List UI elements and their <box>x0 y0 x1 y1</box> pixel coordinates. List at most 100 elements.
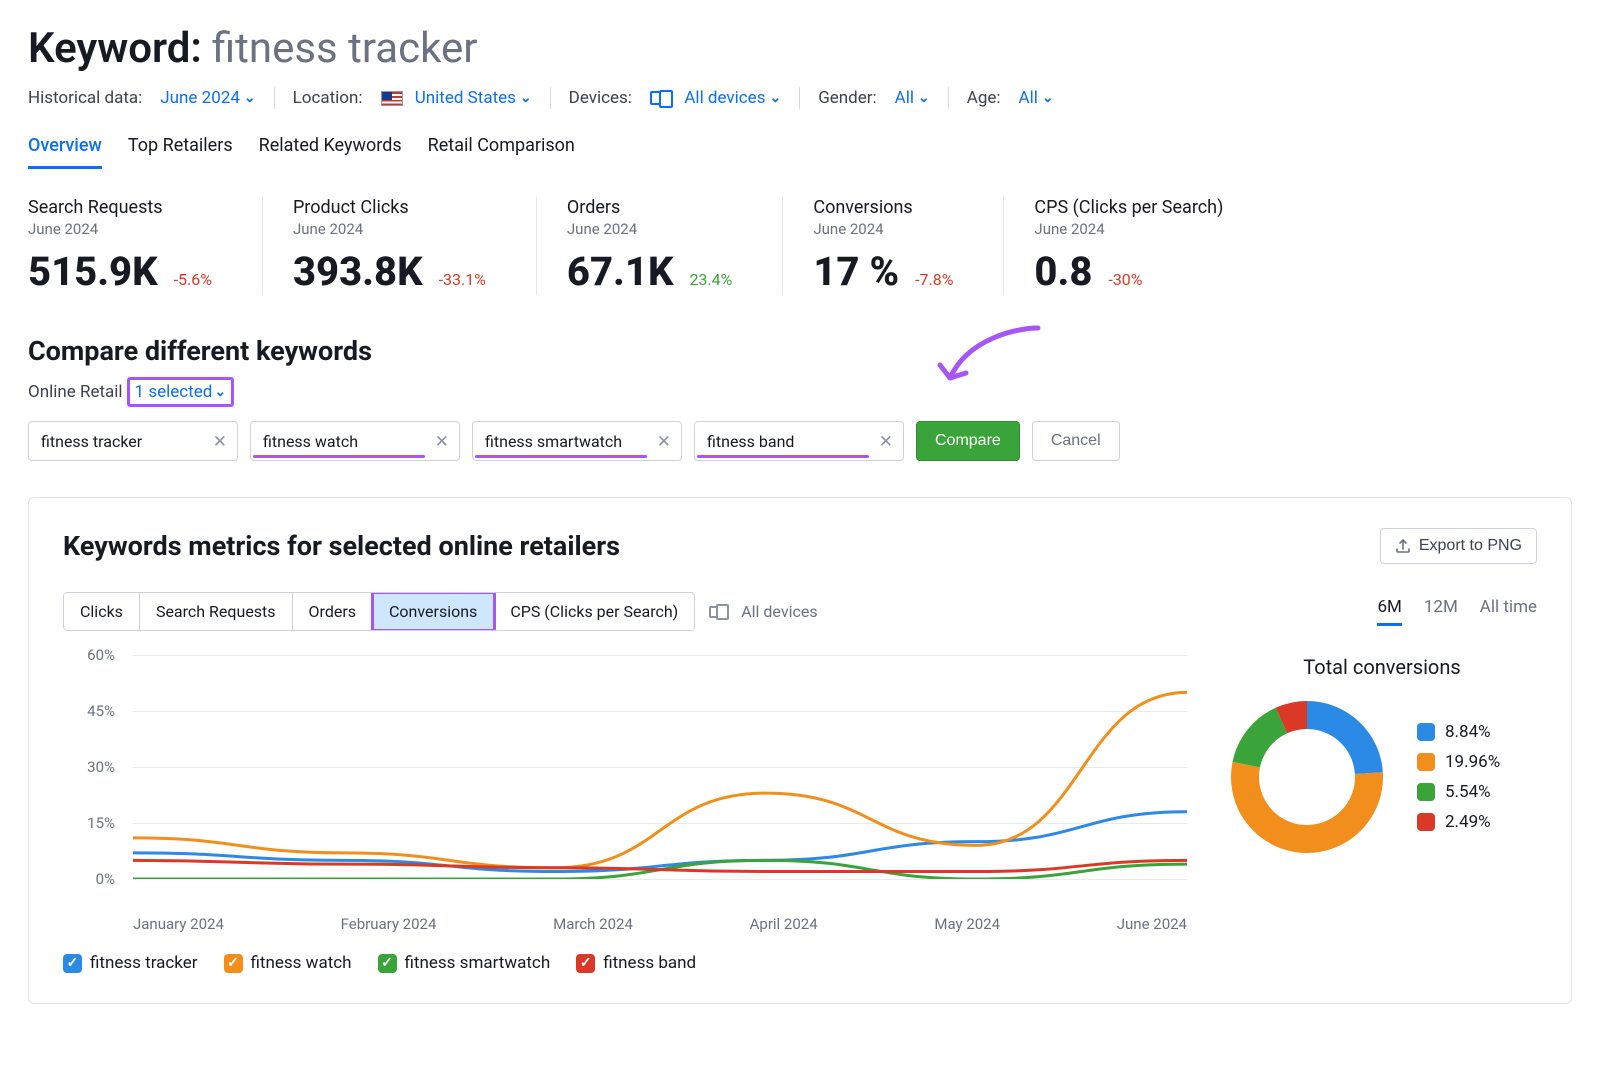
color-swatch-icon <box>1417 723 1435 741</box>
chevron-down-icon: ⌄ <box>1042 90 1054 106</box>
export-icon <box>1395 538 1411 554</box>
range-tab-6m[interactable]: 6M <box>1377 597 1401 626</box>
devices-icon <box>709 606 725 618</box>
donut-legend-item: 2.49% <box>1417 812 1500 832</box>
y-tick-label: 30% <box>87 758 115 776</box>
metric-tab-clicks[interactable]: Clicks <box>64 593 140 630</box>
separator <box>274 87 275 109</box>
annotation-arrow-icon <box>928 323 1048 403</box>
stat-sub: June 2024 <box>1034 220 1223 238</box>
us-flag-icon <box>381 91 403 106</box>
compare-section: Compare different keywords Online Retail… <box>28 335 1572 461</box>
donut-legend-value: 2.49% <box>1445 812 1491 832</box>
stat-label: Product Clicks <box>293 197 486 218</box>
chip-label: fitness band <box>707 432 794 451</box>
keyword-chip-3[interactable]: fitness smartwatch ✕ <box>472 421 682 461</box>
legend-checkbox-icon: ✓ <box>224 954 243 973</box>
chart-legend: ✓fitness tracker✓fitness watch✓fitness s… <box>63 953 1187 973</box>
devices-icon <box>650 91 668 105</box>
range-tab-all-time[interactable]: All time <box>1480 597 1537 626</box>
metric-tab-search-requests[interactable]: Search Requests <box>140 593 293 630</box>
x-tick-label: May 2024 <box>934 915 1000 933</box>
gender-dropdown[interactable]: All ⌄ <box>895 88 930 108</box>
color-swatch-icon <box>1417 813 1435 831</box>
legend-label: fitness tracker <box>90 953 198 973</box>
tab-retail-comparison[interactable]: Retail Comparison <box>428 135 575 169</box>
stat-delta: -33.1% <box>439 270 486 289</box>
chevron-down-icon: ⌄ <box>244 90 256 106</box>
remove-icon[interactable]: ✕ <box>435 432 449 452</box>
online-retail-dropdown[interactable]: 1 selected ⌄ <box>127 377 235 407</box>
location-label: Location: <box>293 88 363 108</box>
separator <box>550 87 551 109</box>
stat-value: 393.8K <box>293 248 423 295</box>
y-tick-label: 0% <box>96 870 115 888</box>
tab-related-keywords[interactable]: Related Keywords <box>259 135 402 169</box>
location-dropdown[interactable]: United States ⌄ <box>381 88 532 108</box>
line-chart: 60%45%30%15%0% January 2024February 2024… <box>63 655 1187 973</box>
remove-icon[interactable]: ✕ <box>879 432 893 452</box>
chip-label: fitness smartwatch <box>485 432 622 451</box>
historical-label: Historical data: <box>28 88 142 108</box>
stats-row: Search Requests June 2024 515.9K -5.6% P… <box>28 197 1572 295</box>
x-tick-label: February 2024 <box>341 915 437 933</box>
stat-product-clicks: Product Clicks June 2024 393.8K -33.1% <box>293 197 537 295</box>
donut-panel: Total conversions 8.84% 19.96% 5.54% 2.49% <box>1227 655 1537 857</box>
metric-tab-conversions[interactable]: Conversions <box>373 593 494 630</box>
legend-item[interactable]: ✓ fitness smartwatch <box>378 953 551 973</box>
legend-checkbox-icon: ✓ <box>63 954 82 973</box>
devices-label: Devices: <box>569 88 632 108</box>
remove-icon[interactable]: ✕ <box>213 432 227 452</box>
donut-title: Total conversions <box>1227 655 1537 679</box>
donut-legend-item: 19.96% <box>1417 752 1500 772</box>
panel-title: Keywords metrics for selected online ret… <box>63 530 620 562</box>
export-png-button[interactable]: Export to PNG <box>1380 528 1537 564</box>
stat-label: CPS (Clicks per Search) <box>1034 197 1223 218</box>
chevron-down-icon: ⌄ <box>918 90 930 106</box>
stat-label: Conversions <box>813 197 953 218</box>
legend-item[interactable]: ✓ fitness band <box>576 953 696 973</box>
legend-item[interactable]: ✓ fitness tracker <box>63 953 198 973</box>
stat-conversions: Conversions June 2024 17 % -7.8% <box>813 197 1004 295</box>
legend-item[interactable]: ✓fitness watch <box>224 953 352 973</box>
devices-hint[interactable]: All devices <box>709 602 817 621</box>
filters-bar: Historical data: June 2024 ⌄ Location: U… <box>28 87 1572 109</box>
devices-dropdown[interactable]: All devices ⌄ <box>650 88 781 108</box>
chevron-down-icon: ⌄ <box>769 90 781 106</box>
metric-tab-orders[interactable]: Orders <box>293 593 373 630</box>
y-tick-label: 15% <box>87 814 115 832</box>
main-tabs: Overview Top Retailers Related Keywords … <box>28 135 1572 169</box>
legend-checkbox-icon: ✓ <box>378 954 397 973</box>
donut-legend-value: 5.54% <box>1445 782 1491 802</box>
legend-label: fitness band <box>603 953 696 973</box>
tab-overview[interactable]: Overview <box>28 135 102 169</box>
keyword-label: Keyword: <box>28 24 202 73</box>
compare-title: Compare different keywords <box>28 335 1572 367</box>
stat-sub: June 2024 <box>293 220 486 238</box>
cancel-button[interactable]: Cancel <box>1032 421 1120 461</box>
range-tab-12m[interactable]: 12M <box>1424 597 1458 626</box>
stat-value: 67.1K <box>567 248 674 295</box>
metric-tab-cps[interactable]: CPS (Clicks per Search) <box>494 593 694 630</box>
keyword-chip-4[interactable]: fitness band ✕ <box>694 421 904 461</box>
tab-top-retailers[interactable]: Top Retailers <box>128 135 233 169</box>
remove-icon[interactable]: ✕ <box>657 432 671 452</box>
donut-legend-item: 5.54% <box>1417 782 1500 802</box>
donut-legend-value: 19.96% <box>1445 752 1500 772</box>
chip-label: fitness watch <box>263 432 358 451</box>
metric-tabs: Clicks Search Requests Orders Conversion… <box>63 592 695 631</box>
separator <box>948 87 949 109</box>
keyword-value: fitness tracker <box>212 24 478 73</box>
stat-delta: -30% <box>1108 270 1142 289</box>
historical-data-dropdown[interactable]: June 2024 ⌄ <box>160 88 255 108</box>
keyword-chip-1[interactable]: fitness tracker✕ <box>28 421 238 461</box>
stat-label: Search Requests <box>28 197 212 218</box>
age-dropdown[interactable]: All ⌄ <box>1019 88 1054 108</box>
keyword-chip-2[interactable]: fitness watch ✕ <box>250 421 460 461</box>
legend-checkbox-icon: ✓ <box>576 954 595 973</box>
stat-sub: June 2024 <box>28 220 212 238</box>
legend-label: fitness smartwatch <box>405 953 551 973</box>
donut-chart <box>1227 697 1387 857</box>
compare-button[interactable]: Compare <box>916 421 1020 461</box>
donut-legend-value: 8.84% <box>1445 722 1491 742</box>
